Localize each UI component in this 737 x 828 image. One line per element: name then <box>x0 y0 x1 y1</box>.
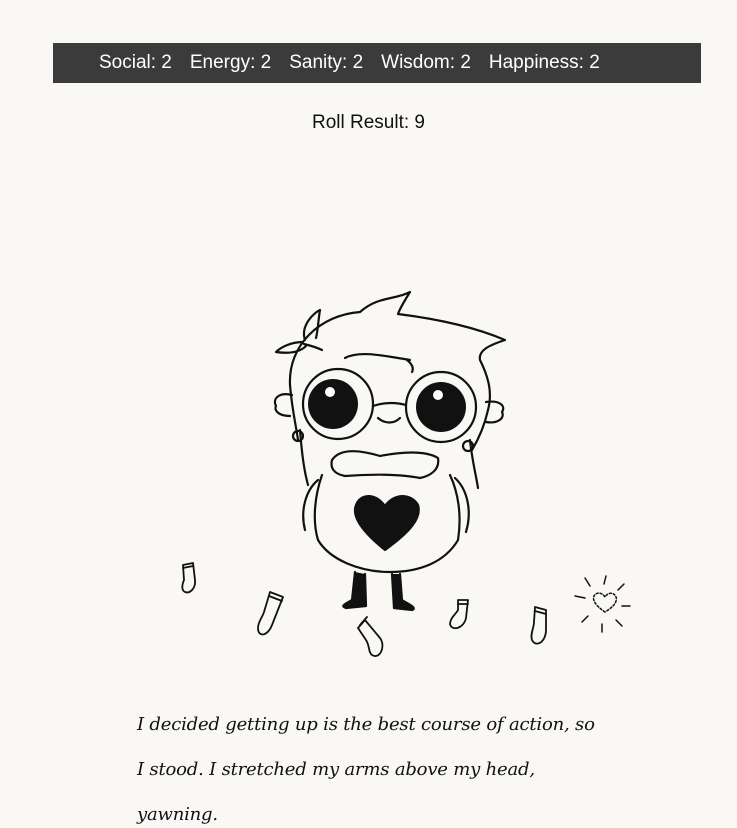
sock-icon <box>181 562 196 594</box>
stat-wisdom: Wisdom: 2 <box>381 52 471 73</box>
stat-energy: Energy: 2 <box>189 52 272 73</box>
sock-icon <box>530 606 547 645</box>
scene-illustration <box>0 270 737 670</box>
roll-result: Roll Result: 9 <box>312 112 425 133</box>
narration-text: I decided getting up is the best course … <box>137 714 595 825</box>
sock-icon <box>449 599 469 630</box>
sock-icon <box>257 591 284 636</box>
character-figure <box>273 290 507 612</box>
scene-svg <box>181 290 631 657</box>
stat-happiness: Happiness: 2 <box>488 52 600 73</box>
stat-social: Social: 2 <box>99 52 172 73</box>
stats-bar: Social: 2 Energy: 2 Sanity: 2 Wisdom: 2 … <box>53 43 701 83</box>
sock-icon <box>357 616 384 657</box>
stat-sanity: Sanity: 2 <box>289 52 364 73</box>
sparkle-heart-icon <box>574 575 631 633</box>
